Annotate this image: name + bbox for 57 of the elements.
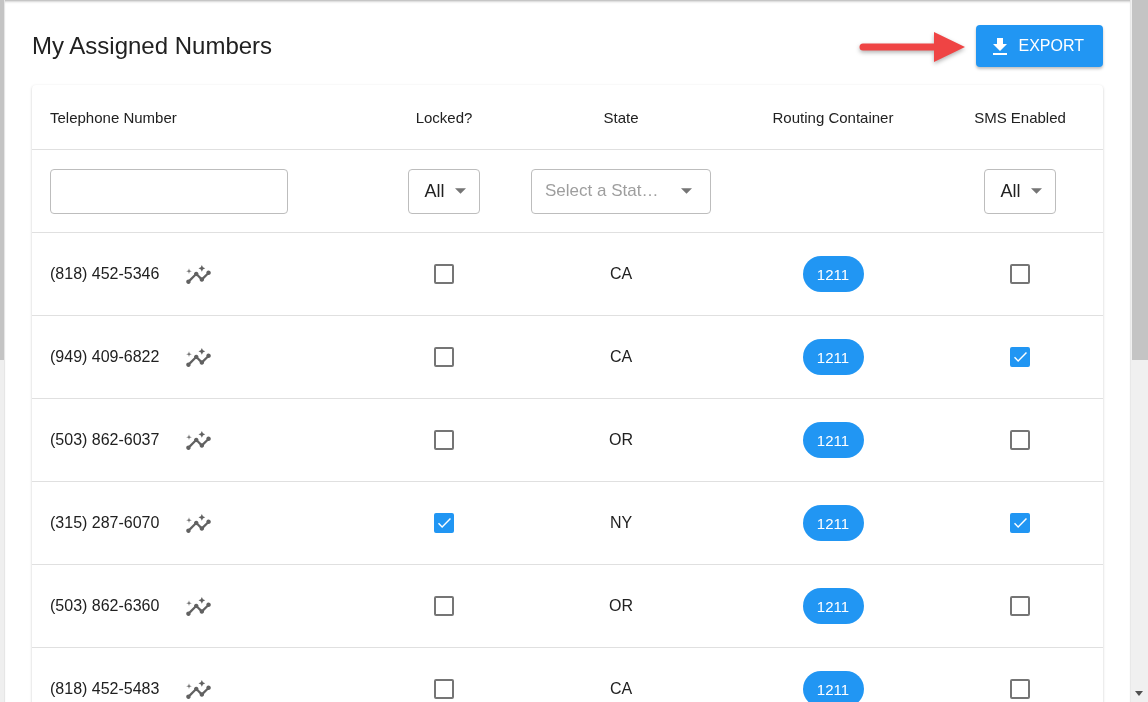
download-icon — [992, 37, 1007, 55]
filter-input-field[interactable] — [50, 168, 288, 214]
caret-icon — [681, 188, 692, 194]
column-header: State — [603, 108, 639, 126]
checkbox[interactable] — [434, 596, 454, 616]
trend-sparkle-icon[interactable] — [186, 264, 212, 284]
trend-sparkle-icon[interactable] — [186, 347, 212, 367]
page-title: My Assigned Numbers — [32, 32, 273, 60]
column-header: Locked? — [415, 108, 473, 126]
state-code: CA — [609, 265, 633, 283]
checkbox[interactable] — [434, 679, 454, 699]
scroll-down-icon[interactable] — [1135, 691, 1143, 696]
trend-sparkle-icon[interactable] — [186, 679, 212, 699]
checkbox[interactable] — [1010, 264, 1030, 284]
phone-number: (818) 452-5346 — [50, 265, 160, 283]
phone-number: (949) 409-6822 — [50, 348, 160, 366]
routing-container-chip[interactable]: 1211 — [802, 339, 864, 375]
export-button[interactable]: EXPORT — [975, 25, 1103, 67]
checkbox[interactable] — [434, 347, 454, 367]
state-code: OR — [609, 597, 633, 615]
check-icon — [1013, 352, 1027, 362]
checkbox[interactable] — [1010, 347, 1030, 367]
routing-container-chip[interactable]: 1211 — [802, 422, 864, 458]
phone-number: (818) 452-5483 — [50, 680, 160, 698]
routing-container-chip[interactable]: 1211 — [802, 588, 864, 624]
state-code: NY — [609, 514, 633, 532]
trend-sparkle-icon[interactable] — [186, 430, 212, 450]
checkbox[interactable] — [1010, 430, 1030, 450]
trend-sparkle-icon[interactable] — [186, 513, 212, 533]
checkbox[interactable] — [434, 430, 454, 450]
routing-container-chip[interactable]: 1211 — [802, 505, 864, 541]
checkbox[interactable] — [434, 264, 454, 284]
column-header: SMS Enabled — [974, 108, 1066, 126]
caret-icon — [1030, 188, 1042, 194]
phone-number: (315) 287-6070 — [50, 514, 160, 532]
phone-number: (503) 862-6037 — [50, 431, 160, 449]
checkbox[interactable] — [1010, 596, 1030, 616]
state-code: CA — [609, 680, 633, 698]
phone-number: (503) 862-6360 — [50, 597, 160, 615]
check-icon — [1013, 518, 1027, 528]
scrollbar-track[interactable] — [1131, 0, 1148, 702]
state-code: CA — [609, 348, 633, 366]
column-header: Routing Container — [772, 108, 894, 126]
filter-dropdown[interactable]: All — [984, 168, 1056, 214]
trend-sparkle-icon[interactable] — [186, 596, 212, 616]
filter-dropdown[interactable]: Select a Stat… — [531, 168, 711, 214]
checkbox[interactable] — [1010, 513, 1030, 533]
routing-container-chip[interactable]: 1211 — [802, 671, 864, 702]
routing-container-chip[interactable]: 1211 — [802, 256, 864, 292]
checkbox[interactable] — [434, 513, 454, 533]
check-icon — [437, 518, 451, 528]
filter-dropdown[interactable]: All — [408, 168, 480, 214]
checkbox[interactable] — [1010, 679, 1030, 699]
scrollbar-thumb[interactable] — [1132, 0, 1148, 360]
state-code: OR — [609, 431, 633, 449]
column-header: Telephone Number — [50, 108, 177, 126]
caret-icon — [454, 188, 466, 194]
